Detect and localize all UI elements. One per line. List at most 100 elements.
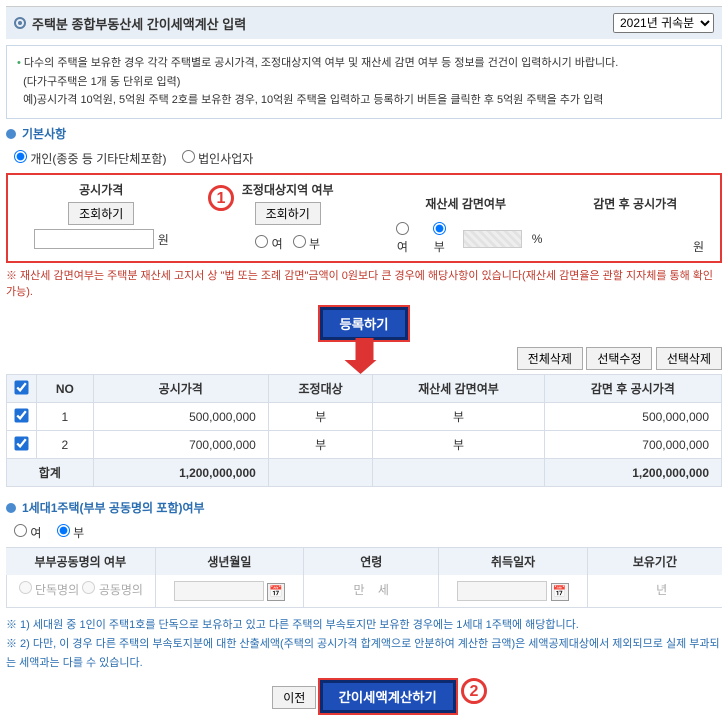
col-after: 감면 후 공시가격 원 (550, 179, 720, 257)
single-text: 단독명의 (35, 583, 79, 597)
input-panel-highlight: 1 공시가격 조회하기 원 조정대상지역 여부 조회하기 여 부 재산세 감면여… (6, 173, 722, 263)
register-row: 등록하기 (6, 307, 722, 340)
won-unit: 원 (158, 231, 169, 248)
onehouse-yes-label[interactable]: 여 (14, 526, 41, 540)
page-title-wrap: 주택분 종합부동산세 간이세액계산 입력 (14, 14, 246, 33)
delete-selected-button[interactable]: 선택삭제 (656, 347, 722, 370)
cell-joint: 단독명의 공동명의 (6, 575, 155, 607)
edit-selected-button[interactable]: 선택수정 (586, 347, 652, 370)
reduce-footnote: ※ 재산세 감면여부는 주택분 재산세 고지서 상 "법 또는 조례 감면"금액… (6, 267, 722, 299)
cell-no: 2 (37, 431, 94, 459)
cell-acq: 📅 (438, 575, 587, 607)
bottom-buttons: 이전 간이세액계산하기 2 (6, 680, 722, 713)
cell-reduce: 부 (373, 403, 544, 431)
delete-all-button[interactable]: 전체삭제 (517, 347, 583, 370)
cell-no: 1 (37, 403, 94, 431)
entity-individual-radio[interactable] (14, 150, 27, 163)
year-select[interactable]: 2021년 귀속분 (613, 13, 714, 33)
adj-no-text: 부 (309, 237, 320, 251)
joint-radio (82, 581, 95, 594)
note-1: ※ 1) 세대원 중 1인이 주택1호를 단독으로 보유하고 있고 다른 주택의… (6, 616, 722, 635)
input-grid: 공시가격 조회하기 원 조정대상지역 여부 조회하기 여 부 재산세 감면여부 … (8, 179, 720, 257)
age-suffix: 세 (378, 583, 389, 597)
th-reduce: 재산세 감면여부 (373, 375, 544, 403)
hold-suffix: 년 (656, 583, 667, 597)
onehouse-yes-text: 여 (30, 526, 41, 540)
property-table: NO 공시가격 조정대상 재산세 감면여부 감면 후 공시가격 1 500,00… (6, 374, 722, 487)
note-2: ※ 2) 다만, 이 경우 다른 주택의 부속토지분에 대한 산출세액(주택의 … (6, 635, 722, 672)
h-joint: 부부공동명의 여부 (6, 548, 155, 575)
info-line1: 다수의 주택을 보유한 경우 각각 주택별로 공시가격, 조정대상지역 여부 및… (24, 57, 618, 69)
after-won: 원 (558, 216, 712, 255)
notes-block: ※ 1) 세대원 중 1인이 주택1호를 단독으로 보유하고 있고 다른 주택의… (6, 616, 722, 672)
onehouse-no-text: 부 (73, 526, 84, 540)
cell-hold: 년 (587, 575, 722, 607)
row-checkbox[interactable] (14, 436, 28, 450)
table-row[interactable]: 2 700,000,000 부 부 700,000,000 (7, 431, 722, 459)
adj-yes-text: 여 (272, 237, 283, 251)
col-reduce: 재산세 감면여부 여 부 % (381, 179, 551, 257)
reduce-no-text: 부 (434, 240, 445, 254)
entity-corp-label[interactable]: 법인사업자 (182, 152, 254, 166)
cell-after: 500,000,000 (544, 403, 721, 431)
entity-corp-text: 법인사업자 (198, 152, 253, 166)
onehouse-yn-row: 여 부 (6, 520, 722, 547)
arrow-annotation: 전체삭제 선택수정 선택삭제 (6, 340, 722, 374)
page-header: 주택분 종합부동산세 간이세액계산 입력 2021년 귀속분 (6, 6, 722, 39)
entity-individual-label[interactable]: 개인(종중 등 기타단체포함) (14, 152, 170, 166)
table-sum-row: 합계 1,200,000,000 1,200,000,000 (7, 459, 722, 487)
after-header: 감면 후 공시가격 (558, 195, 712, 212)
adj-yes-radio[interactable] (255, 235, 268, 248)
onehouse-grid: 부부공동명의 여부 생년월일 연령 취득일자 보유기간 단독명의 공동명의 📅 … (6, 547, 722, 608)
single-label: 단독명의 (19, 583, 80, 597)
annotation-two-icon: 2 (461, 678, 487, 704)
price-input[interactable] (34, 229, 154, 249)
basic-heading-row: 기본사항 (6, 125, 722, 142)
reduce-no-radio[interactable] (433, 222, 446, 235)
annotation-one-icon: 1 (208, 185, 234, 211)
section-bullet-icon (6, 129, 16, 139)
onehouse-no-label[interactable]: 부 (57, 526, 84, 540)
title-icon (14, 17, 26, 29)
cell-reduce: 부 (373, 431, 544, 459)
col-price: 공시가격 조회하기 원 (8, 179, 194, 251)
reduce-pct-disabled (463, 230, 522, 248)
entity-corp-radio[interactable] (182, 150, 195, 163)
adj-no-label[interactable]: 부 (293, 235, 320, 252)
adjzone-lookup-button[interactable]: 조회하기 (255, 202, 321, 225)
h-age: 연령 (303, 548, 438, 575)
row-checkbox[interactable] (14, 408, 28, 422)
th-after: 감면 후 공시가격 (544, 375, 721, 403)
h-birth: 생년월일 (155, 548, 304, 575)
th-price: 공시가격 (93, 375, 268, 403)
entity-type-row: 개인(종중 등 기타단체포함) 법인사업자 (6, 146, 722, 173)
reduce-header: 재산세 감면여부 (389, 195, 543, 212)
onehouse-heading: 1세대1주택(부부 공동명의 포함)여부 (22, 499, 205, 516)
price-header: 공시가격 (16, 181, 186, 198)
select-all-checkbox[interactable] (14, 380, 28, 394)
reduce-yes-label[interactable]: 여 (389, 222, 416, 255)
calendar-icon: 📅 (267, 583, 285, 601)
th-adj: 조정대상 (268, 375, 373, 403)
adj-yes-label[interactable]: 여 (255, 235, 282, 252)
register-button[interactable]: 등록하기 (320, 307, 407, 340)
cell-adj: 부 (268, 403, 373, 431)
th-no: NO (37, 375, 94, 403)
info-line3: 예)공시가격 10억원, 5억원 주택 2호를 보유한 경우, 10억원 주택을… (23, 94, 603, 106)
joint-text: 공동명의 (99, 583, 143, 597)
reduce-yes-radio[interactable] (396, 222, 409, 235)
cell-after: 700,000,000 (544, 431, 721, 459)
price-lookup-button[interactable]: 조회하기 (68, 202, 134, 225)
table-head-row: NO 공시가격 조정대상 재산세 감면여부 감면 후 공시가격 (7, 375, 722, 403)
onehouse-no-radio[interactable] (57, 524, 70, 537)
adj-no-radio[interactable] (293, 235, 306, 248)
sum-price: 1,200,000,000 (93, 459, 268, 487)
table-row[interactable]: 1 500,000,000 부 부 500,000,000 (7, 403, 722, 431)
calc-button[interactable]: 간이세액계산하기 (320, 680, 456, 713)
age-prefix: 만 (354, 583, 365, 597)
cell-age: 만 세 (303, 575, 438, 607)
onehouse-yes-radio[interactable] (14, 524, 27, 537)
h-acq: 취득일자 (438, 548, 587, 575)
prev-button[interactable]: 이전 (272, 686, 316, 709)
reduce-no-label[interactable]: 부 (426, 222, 453, 255)
